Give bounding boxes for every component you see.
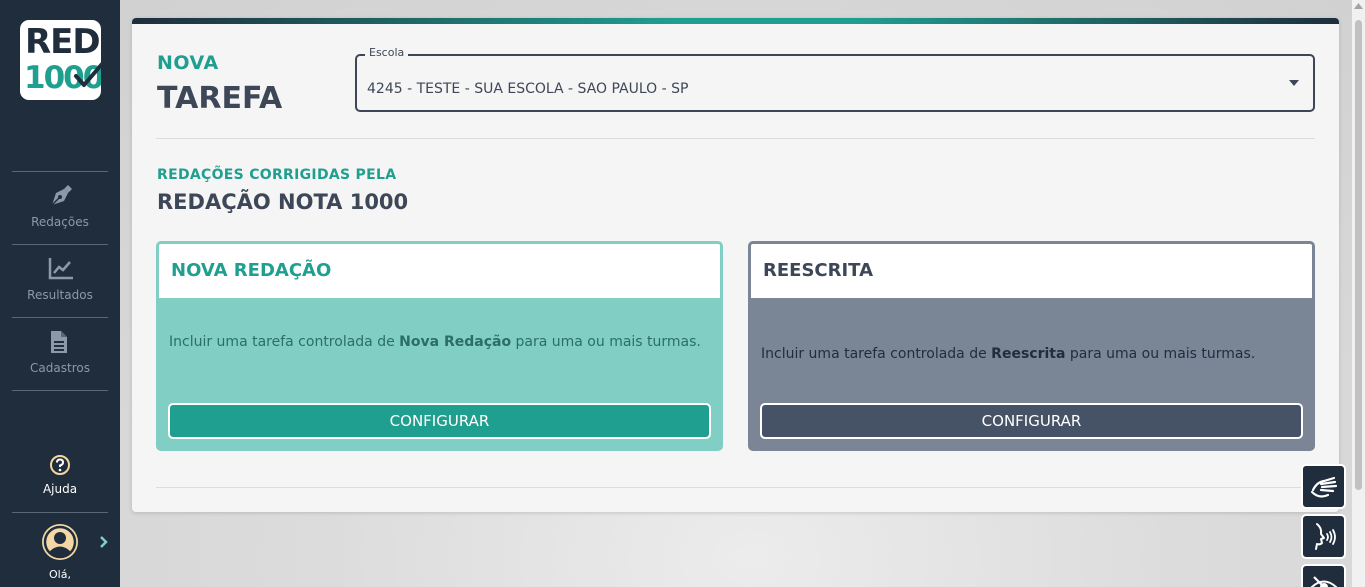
section-divider	[156, 487, 1315, 488]
school-select[interactable]: Escola 4245 - TESTE - SUA ESCOLA - SAO P…	[355, 46, 1315, 112]
page-title: TAREFA	[157, 81, 283, 116]
avatar[interactable]	[42, 524, 78, 560]
checkmark-icon	[74, 62, 101, 87]
help-label: Ajuda	[42, 482, 78, 496]
app-logo[interactable]: RED 1000	[20, 20, 101, 100]
sidebar-item-label: Cadastros	[30, 361, 90, 375]
school-select-value[interactable]: 4245 - TESTE - SUA ESCOLA - SAO PAULO - …	[367, 81, 688, 97]
task-card-nova-redacao: NOVA REDAÇÃO Incluir uma tarefa controla…	[156, 241, 723, 451]
configure-reescrita-button[interactable]: CONFIGURAR	[760, 403, 1303, 439]
task-card-title: REESCRITA	[751, 244, 1312, 298]
section-subtitle: REDAÇÃO NOTA 1000	[157, 190, 409, 214]
voice-reader-icon	[1315, 523, 1336, 550]
sidebar-divider	[12, 512, 108, 513]
pen-nib-icon	[51, 185, 72, 206]
sign-language-icon	[1310, 476, 1338, 498]
line-chart-icon	[48, 258, 73, 280]
task-desc-text: para uma ou mais turmas.	[511, 334, 701, 350]
section-divider	[156, 138, 1315, 139]
card-accent-bar	[132, 18, 1339, 24]
sidebar-item-label: Redações	[31, 215, 89, 229]
section-subtitle-small: REDAÇÕES CORRIGIDAS PELA	[157, 167, 397, 183]
question-circle-icon	[50, 455, 70, 475]
main-card: NOVA TAREFA Escola 4245 - TESTE - SUA ES…	[132, 18, 1339, 512]
sign-language-button[interactable]	[1301, 464, 1346, 509]
caret-down-icon[interactable]	[1289, 80, 1299, 86]
configure-nova-redacao-button[interactable]: CONFIGURAR	[168, 403, 711, 439]
user-greeting: Olá,	[49, 568, 71, 581]
school-select-label: Escola	[365, 46, 409, 59]
task-card-description: Incluir uma tarefa controlada de Nova Re…	[169, 330, 708, 354]
page-title-small: NOVA	[157, 52, 219, 74]
document-icon	[51, 331, 67, 353]
hide-content-button[interactable]	[1301, 564, 1346, 587]
help-button[interactable]: Ajuda	[12, 452, 108, 502]
chevron-right-icon[interactable]	[99, 536, 109, 548]
sidebar-divider	[12, 390, 108, 391]
scroll-up-arrow-icon[interactable]	[1354, 3, 1363, 9]
sidebar: RED 1000 Redações Resultados Cadastros A…	[0, 0, 120, 587]
sidebar-item-redacoes[interactable]: Redações	[12, 172, 108, 244]
task-desc-bold: Reescrita	[991, 346, 1066, 362]
hide-eye-icon	[1310, 576, 1338, 587]
task-card-reescrita: REESCRITA Incluir uma tarefa controlada …	[748, 241, 1315, 451]
user-icon	[43, 525, 77, 559]
task-desc-text: Incluir uma tarefa controlada de	[169, 334, 400, 350]
sidebar-item-cadastros[interactable]: Cadastros	[12, 318, 108, 390]
sidebar-item-label: Resultados	[27, 288, 93, 302]
voice-reader-button[interactable]	[1301, 514, 1346, 559]
scrollbar-thumb[interactable]	[1355, 20, 1362, 490]
task-card-title: NOVA REDAÇÃO	[159, 244, 720, 298]
task-desc-text: para uma ou mais turmas.	[1065, 346, 1256, 362]
logo-text-top: RED	[25, 22, 101, 62]
task-desc-text: Incluir uma tarefa controlada de	[761, 346, 992, 362]
sidebar-item-resultados[interactable]: Resultados	[12, 245, 108, 317]
task-desc-bold: Nova Redação	[399, 334, 512, 350]
task-card-description: Incluir uma tarefa controlada de Reescri…	[761, 342, 1300, 366]
